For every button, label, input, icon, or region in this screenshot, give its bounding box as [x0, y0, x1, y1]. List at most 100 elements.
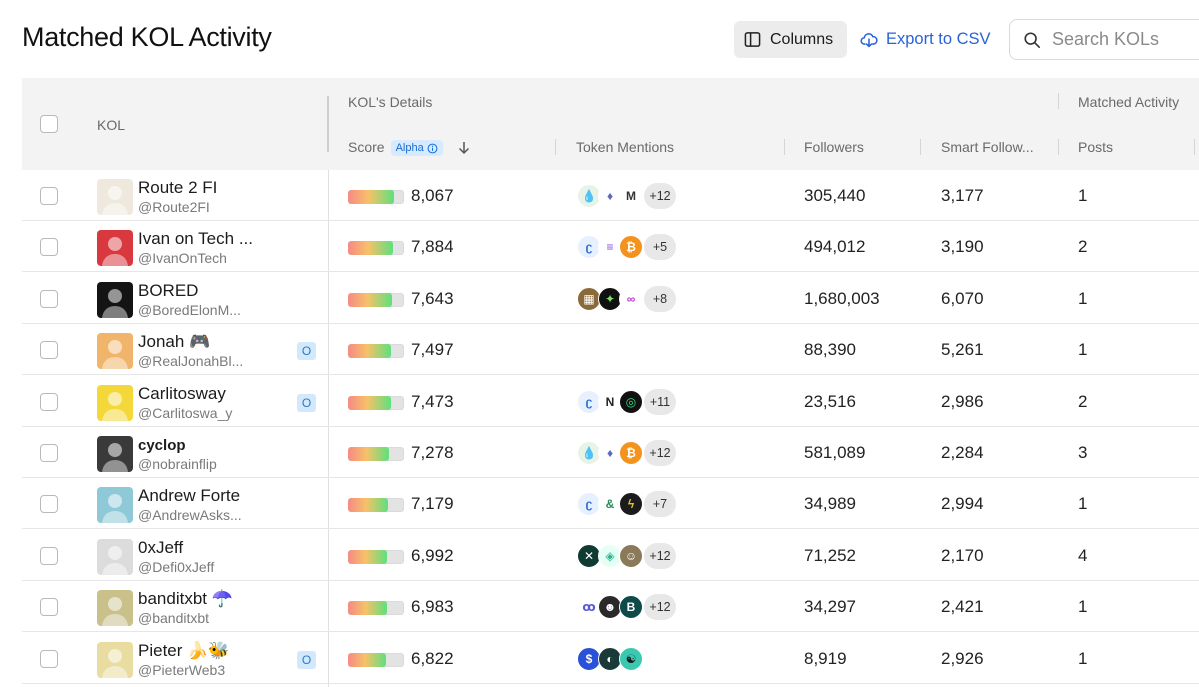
avatar[interactable] — [97, 333, 133, 370]
more-tokens-chip[interactable]: +12 — [644, 183, 676, 209]
face-icon[interactable]: ☺ — [619, 543, 643, 568]
more-tokens-chip[interactable]: +8 — [644, 285, 676, 312]
columns-button[interactable]: Columns — [734, 21, 847, 58]
avatar[interactable] — [97, 384, 133, 421]
kol-name[interactable]: Pieter 🍌🐝 — [138, 641, 229, 661]
posts-count[interactable]: 1 — [1078, 186, 1087, 206]
brain-icon[interactable]: ☯ — [619, 646, 643, 671]
kol-name[interactable]: Ivan on Tech ... — [138, 229, 253, 249]
kol-handle[interactable]: @IvanOnTech — [138, 250, 227, 266]
token-mentions[interactable]: $ ◐ ☯ — [577, 646, 643, 672]
bitcoin-icon[interactable]: ₿ — [619, 235, 643, 260]
column-divider — [1194, 139, 1195, 155]
table-row[interactable]: Route 2 FI @Route2FI 8,067 💧 ♦ M +12 305,440 3,1… — [22, 170, 1199, 221]
kol-column-divider[interactable] — [327, 96, 329, 152]
token-mentions[interactable]: 💧 ♦ ₿ +12 — [577, 440, 676, 466]
score-bar-fill — [348, 447, 390, 461]
table-row[interactable]: banditxbt ☂️ @banditxbt 6,983 ꝏ ☻ B +12 34,297 2… — [22, 581, 1199, 633]
kol-handle[interactable]: @Defi0xJeff — [138, 559, 214, 575]
kol-name[interactable]: Route 2 FI — [138, 178, 217, 198]
kol-handle[interactable]: @Carlitoswa_y — [138, 405, 232, 421]
kol-handle[interactable]: @nobrainflip — [138, 456, 217, 472]
header-followers: Followers — [804, 139, 864, 155]
token-mentions[interactable]: ꝏ ☻ B +12 — [577, 594, 676, 621]
kol-name[interactable]: Jonah 🎮 — [138, 332, 210, 352]
more-tokens-chip[interactable]: +12 — [644, 594, 676, 621]
table-row[interactable]: Carlitosway @Carlitoswa_y O 7,473 ʗ N ◎ +11 23,5… — [22, 376, 1199, 427]
table-row[interactable]: cyclop @nobrainflip 7,278 💧 ♦ ₿ +12 581,089 2,28… — [22, 427, 1199, 478]
token-mentions[interactable]: ▦ ✦ ∞ +8 — [577, 285, 676, 312]
posts-count[interactable]: 4 — [1078, 546, 1087, 566]
posts-count[interactable]: 3 — [1078, 443, 1087, 463]
select-all-checkbox[interactable] — [40, 115, 58, 133]
kol-handle[interactable]: @banditxbt — [138, 610, 209, 626]
token-mentions[interactable]: ✕ ◈ ☺ +12 — [577, 542, 676, 569]
table-row[interactable]: Pieter 🍌🐝 @PieterWeb3 O 6,822 $ ◐ ☯ 8,919 2,926 1 — [22, 633, 1199, 684]
posts-count[interactable]: 1 — [1078, 494, 1087, 514]
table-row[interactable]: Jonah 🎮 @RealJonahBl... O 7,497 88,390 5,261 1 — [22, 324, 1199, 376]
search-box[interactable] — [1009, 19, 1199, 60]
table-row[interactable]: BORED @BoredElonM... 7,643 ▦ ✦ ∞ +8 1,680,003 6,… — [22, 273, 1199, 324]
search-input[interactable] — [1052, 29, 1199, 50]
columns-label: Columns — [770, 30, 834, 48]
kol-name[interactable]: 0xJeff — [138, 538, 183, 558]
avatar[interactable] — [97, 230, 133, 267]
row-checkbox[interactable] — [40, 187, 58, 205]
infinity-icon[interactable]: ∞ — [619, 286, 643, 311]
token-mentions[interactable]: ʗ & ϟ +7 — [577, 491, 676, 518]
bolt-icon[interactable]: ϟ — [619, 492, 643, 517]
b-token-icon[interactable]: B — [619, 595, 643, 620]
kol-name[interactable]: BORED — [138, 281, 198, 301]
m-token-icon[interactable]: M — [619, 184, 643, 208]
posts-count[interactable]: 2 — [1078, 392, 1087, 412]
kol-name[interactable]: cyclop — [138, 437, 186, 454]
row-checkbox[interactable] — [40, 598, 58, 617]
header-score[interactable]: Score Alpha — [348, 139, 471, 156]
token-mentions[interactable]: ʗ N ◎ +11 — [577, 388, 676, 415]
avatar[interactable] — [97, 179, 133, 215]
posts-count[interactable]: 1 — [1078, 597, 1087, 617]
table-row[interactable]: 0xJeff @Defi0xJeff 6,992 ✕ ◈ ☺ +12 71,252 2,170 4 — [22, 530, 1199, 581]
more-tokens-chip[interactable]: +12 — [644, 542, 676, 569]
avatar[interactable] — [97, 487, 133, 524]
more-tokens-chip[interactable]: +7 — [644, 491, 676, 518]
smart-followers-count: 2,986 — [941, 391, 984, 411]
row-checkbox[interactable] — [40, 546, 58, 565]
row-checkbox[interactable] — [40, 289, 58, 308]
avatar[interactable] — [97, 436, 133, 472]
token-mentions[interactable]: 💧 ♦ M +12 — [577, 183, 676, 209]
export-csv-button[interactable]: Export to CSV — [860, 21, 991, 58]
kol-handle[interactable]: @PieterWeb3 — [138, 662, 225, 678]
more-tokens-chip[interactable]: +12 — [644, 440, 676, 466]
posts-count[interactable]: 1 — [1078, 289, 1087, 309]
row-checkbox[interactable] — [40, 392, 58, 411]
more-tokens-chip[interactable]: +11 — [644, 388, 676, 415]
row-checkbox[interactable] — [40, 444, 58, 462]
sort-arrow-down-icon[interactable] — [457, 140, 471, 155]
followers-count: 34,297 — [804, 597, 856, 617]
kol-name[interactable]: Carlitosway — [138, 384, 226, 404]
row-checkbox[interactable] — [40, 238, 58, 257]
ring-icon[interactable]: ◎ — [619, 389, 643, 414]
kol-name[interactable]: banditxbt ☂️ — [138, 589, 233, 609]
avatar[interactable] — [97, 281, 133, 318]
posts-count[interactable]: 2 — [1078, 237, 1087, 257]
avatar[interactable] — [97, 590, 133, 627]
row-checkbox[interactable] — [40, 341, 58, 360]
table-row[interactable]: Andrew Forte @AndrewAsks... 7,179 ʗ & ϟ +7 34,9… — [22, 478, 1199, 530]
kol-handle[interactable]: @Route2FI — [138, 199, 210, 215]
bitcoin-icon[interactable]: ₿ — [619, 441, 643, 465]
kol-handle[interactable]: @RealJonahBl... — [138, 353, 243, 369]
more-tokens-chip[interactable]: +5 — [644, 234, 676, 261]
table-row[interactable]: Ivan on Tech ... @IvanOnTech 7,884 ʗ ≡ ₿ +5 494… — [22, 221, 1199, 273]
avatar[interactable] — [97, 641, 133, 678]
kol-name[interactable]: Andrew Forte — [138, 486, 240, 506]
posts-count[interactable]: 1 — [1078, 649, 1087, 669]
avatar[interactable] — [97, 538, 133, 575]
row-checkbox[interactable] — [40, 495, 58, 514]
kol-handle[interactable]: @BoredElonM... — [138, 302, 241, 318]
kol-handle[interactable]: @AndrewAsks... — [138, 507, 242, 523]
posts-count[interactable]: 1 — [1078, 340, 1087, 360]
row-checkbox[interactable] — [40, 649, 58, 668]
token-mentions[interactable]: ʗ ≡ ₿ +5 — [577, 234, 676, 261]
